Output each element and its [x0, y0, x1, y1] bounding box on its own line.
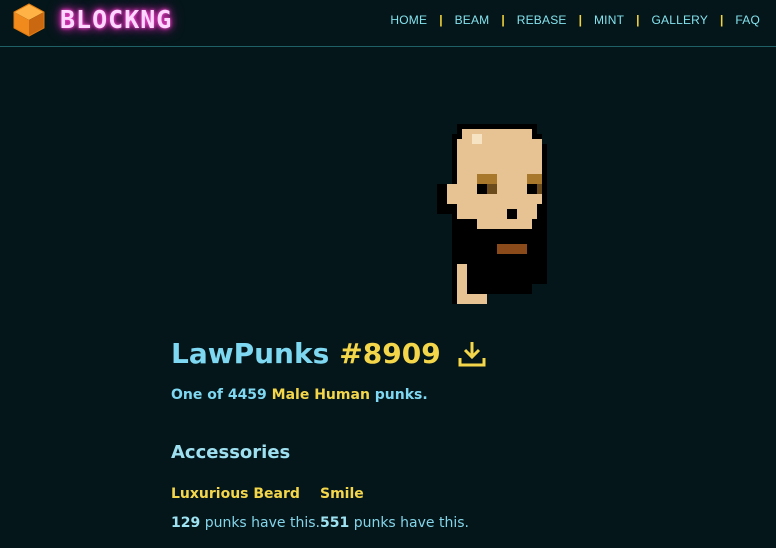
accessory-item: Luxurious Beard 129 punks have this.: [171, 486, 320, 531]
accessory-count-number: 129: [171, 515, 201, 531]
nav-separator: |: [720, 13, 724, 27]
accessory-count-suffix: punks have this.: [353, 515, 469, 531]
accessory-name[interactable]: Smile: [320, 486, 469, 502]
nav-gallery[interactable]: GALLERY: [651, 13, 708, 27]
nav-separator: |: [636, 13, 640, 27]
nav-separator: |: [501, 13, 505, 27]
accessory-count-number: 551: [320, 515, 350, 531]
nav-beam[interactable]: BEAM: [455, 13, 490, 27]
punk-number: #8909: [339, 337, 441, 370]
accessory-count: 129 punks have this.: [171, 515, 320, 531]
nav-mint[interactable]: MINT: [594, 13, 624, 27]
accessories-heading: Accessories: [171, 442, 291, 463]
punk-title: LawPunks #8909: [171, 335, 487, 373]
page: BLOCKNG HOME | BEAM | REBASE | MINT | GA…: [0, 0, 776, 548]
download-icon[interactable]: [457, 339, 487, 369]
nav-home[interactable]: HOME: [390, 13, 427, 27]
summary-suffix: punks.: [374, 387, 428, 403]
accessory-item: Smile 551 punks have this.: [320, 486, 469, 531]
punk-summary: One of 4459 Male Human punks.: [171, 387, 428, 403]
orange-cube-icon[interactable]: [12, 2, 46, 38]
top-navigation-bar: BLOCKNG HOME | BEAM | REBASE | MINT | GA…: [0, 0, 776, 47]
accessory-count: 551 punks have this.: [320, 515, 469, 531]
nav-faq[interactable]: FAQ: [735, 13, 760, 27]
accessory-count-suffix: punks have this.: [204, 515, 320, 531]
accessory-name[interactable]: Luxurious Beard: [171, 486, 320, 502]
punk-image: [437, 124, 547, 304]
nav-separator: |: [439, 13, 443, 27]
nav-separator: |: [578, 13, 582, 27]
summary-prefix: One of: [171, 387, 223, 403]
nav-rebase[interactable]: REBASE: [517, 13, 567, 27]
collection-name: LawPunks: [171, 337, 330, 370]
summary-type: Male Human: [271, 387, 370, 403]
main-nav: HOME | BEAM | REBASE | MINT | GALLERY | …: [390, 13, 760, 27]
logo-text[interactable]: BLOCKNG: [60, 5, 172, 35]
summary-count: 4459: [227, 387, 267, 403]
